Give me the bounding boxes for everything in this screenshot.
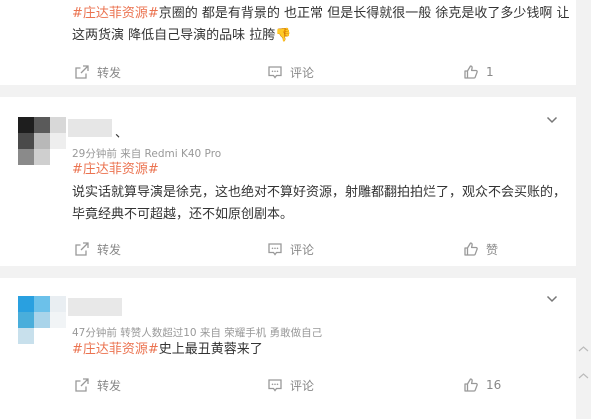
like-count: 16 bbox=[486, 378, 502, 392]
comment-label: 评论 bbox=[290, 378, 315, 393]
scroll-marker-icon bbox=[578, 373, 589, 379]
action-bar: 转发 评论 1 bbox=[0, 62, 576, 82]
thumb-up-icon bbox=[464, 242, 478, 256]
thumb-up-icon bbox=[464, 378, 478, 392]
like-button[interactable]: 16 bbox=[463, 375, 501, 395]
scroll-marker-icon bbox=[578, 346, 589, 352]
post-text: 说实话就算导演是徐克，这也绝对不算好资源，射雕都翻拍拍烂了，观众不会买账的， bbox=[72, 185, 567, 200]
forward-label: 转发 bbox=[97, 242, 122, 257]
post-text-line: #庄达菲资源# bbox=[72, 160, 159, 180]
comment-icon bbox=[268, 66, 282, 79]
topic-tag[interactable]: #庄达菲资源# bbox=[72, 162, 159, 177]
comment-button[interactable]: 评论 bbox=[267, 62, 314, 82]
comment-icon bbox=[268, 379, 282, 392]
username[interactable]: 、 bbox=[115, 122, 128, 141]
comment-label: 评论 bbox=[290, 242, 315, 257]
share-icon bbox=[75, 378, 89, 392]
post-text: 史上最丑黄蓉来了 bbox=[158, 342, 263, 357]
forward-button[interactable]: 转发 bbox=[74, 62, 121, 82]
like-label: 赞 bbox=[486, 242, 499, 257]
weibo-card: 47分钟前 转赞人数超过10 来自 荣耀手机 勇敢做自己 #庄达菲资源#史上最丑… bbox=[0, 278, 576, 419]
topic-tag[interactable]: #庄达菲资源# bbox=[72, 6, 159, 21]
post-text: 这两货演 降低自己导演的品味 拉胯 bbox=[72, 28, 276, 43]
username-mosaic bbox=[68, 298, 122, 316]
post-text-line: 毕竟经典不可超越，还不如原创剧本。 bbox=[72, 205, 293, 225]
forward-label: 转发 bbox=[97, 65, 122, 80]
chevron-down-icon[interactable] bbox=[546, 293, 558, 305]
thumb-up-icon bbox=[464, 65, 478, 79]
forward-button[interactable]: 转发 bbox=[74, 375, 121, 395]
forward-button[interactable]: 转发 bbox=[74, 239, 121, 259]
post-meta: 47分钟前 转赞人数超过10 来自 荣耀手机 勇敢做自己 bbox=[72, 327, 323, 339]
weibo-card: 、 29分钟前 来自 Redmi K40 Pro #庄达菲资源# 说实话就算导演… bbox=[0, 97, 576, 266]
like-button[interactable]: 1 bbox=[463, 62, 494, 82]
forward-label: 转发 bbox=[97, 378, 122, 393]
username-mosaic bbox=[68, 119, 112, 137]
avatar[interactable] bbox=[18, 117, 66, 165]
share-icon bbox=[75, 242, 89, 256]
weibo-card: #庄达菲资源#京圈的 都是有背景的 也正常 但是长得就很一般 徐克是收了多少钱啊… bbox=[0, 0, 576, 85]
post-text-line: 这两货演 降低自己导演的品味 拉胯👎 bbox=[72, 26, 291, 46]
like-count: 1 bbox=[486, 65, 494, 79]
thumbs-down-emoji: 👎 bbox=[275, 28, 292, 43]
comment-icon bbox=[268, 243, 282, 256]
comment-button[interactable]: 评论 bbox=[267, 375, 314, 395]
scrollbar[interactable] bbox=[576, 0, 591, 419]
action-bar: 转发 评论 16 bbox=[0, 375, 576, 395]
chevron-down-icon[interactable] bbox=[546, 114, 558, 126]
post-text: 毕竟经典不可超越，还不如原创剧本。 bbox=[72, 207, 294, 222]
post-text: 京圈的 都是有背景的 也正常 但是长得就很一般 徐克是收了多少钱啊 让 bbox=[158, 6, 570, 21]
comment-button[interactable]: 评论 bbox=[267, 239, 314, 259]
share-icon bbox=[75, 65, 89, 79]
avatar[interactable] bbox=[18, 296, 66, 344]
post-meta: 29分钟前 来自 Redmi K40 Pro bbox=[72, 148, 222, 160]
post-text-line: #庄达菲资源#京圈的 都是有背景的 也正常 但是长得就很一般 徐克是收了多少钱啊… bbox=[72, 4, 569, 24]
action-bar: 转发 评论 赞 bbox=[0, 239, 576, 259]
post-text-line: #庄达菲资源#史上最丑黄蓉来了 bbox=[72, 340, 263, 360]
post-text-line: 说实话就算导演是徐克，这也绝对不算好资源，射雕都翻拍拍烂了，观众不会买账的， bbox=[72, 183, 566, 203]
topic-tag[interactable]: #庄达菲资源# bbox=[72, 342, 159, 357]
like-button[interactable]: 赞 bbox=[463, 239, 498, 259]
comment-label: 评论 bbox=[290, 65, 315, 80]
